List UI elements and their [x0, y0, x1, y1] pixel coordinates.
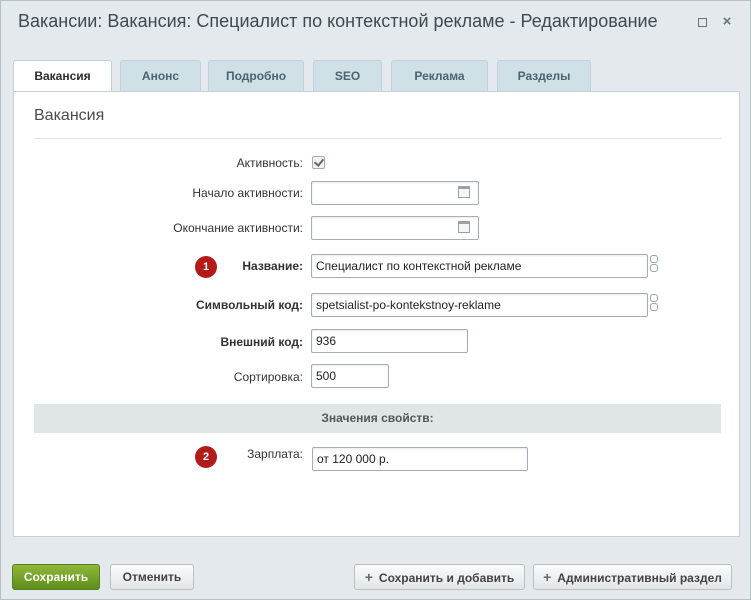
- name-label: Название:: [242, 259, 303, 273]
- tab-content-panel: Вакансия Активность: Начало активности: …: [13, 91, 740, 537]
- start-date-label: Начало активности:: [192, 186, 303, 200]
- sort-input[interactable]: 500: [311, 364, 389, 388]
- salary-value: от 120 000 р.: [317, 452, 389, 466]
- code-input[interactable]: spetsialist-po-kontekstnoy-reklame: [311, 293, 648, 317]
- active-checkbox[interactable]: [312, 156, 325, 169]
- window-title: Вакансии: Вакансия: Специалист по контек…: [18, 11, 658, 31]
- title-bar[interactable]: Вакансии: Вакансия: Специалист по контек…: [1, 1, 750, 45]
- code-label: Символьный код:: [195, 298, 303, 312]
- save-and-add-label: Сохранить и добавить: [378, 571, 515, 585]
- cancel-button[interactable]: Отменить: [110, 564, 194, 590]
- external-code-label: Внешний код:: [220, 335, 303, 349]
- maximize-icon[interactable]: [695, 15, 709, 29]
- plus-icon: +: [543, 569, 552, 585]
- save-button[interactable]: Сохранить: [12, 564, 100, 590]
- plus-icon: +: [364, 569, 373, 585]
- admin-section-button[interactable]: + Административный раздел: [533, 564, 732, 590]
- name-value: Специалист по контекстной рекламе: [316, 259, 522, 273]
- section-title: Вакансия: [34, 107, 105, 124]
- sort-value: 500: [316, 369, 337, 383]
- edit-dialog: Вакансии: Вакансия: Специалист по контек…: [0, 0, 751, 600]
- end-date-input[interactable]: [311, 216, 479, 240]
- calendar-icon[interactable]: [458, 221, 470, 233]
- transliterate-link-icon[interactable]: [649, 294, 659, 314]
- callout-badge-1: 1: [195, 256, 217, 278]
- salary-input[interactable]: от 120 000 р.: [312, 447, 528, 471]
- external-code-input[interactable]: 936: [311, 329, 468, 353]
- properties-header: Значения свойств:: [34, 404, 721, 433]
- salary-label: Зарплата:: [247, 447, 303, 461]
- external-code-value: 936: [316, 334, 337, 348]
- active-label: Активность:: [236, 156, 303, 170]
- calendar-icon[interactable]: [458, 186, 470, 198]
- callout-badge-2: 2: [195, 446, 217, 468]
- code-value: spetsialist-po-kontekstnoy-reklame: [316, 298, 501, 312]
- name-input[interactable]: Специалист по контекстной рекламе: [311, 254, 648, 278]
- admin-section-label: Административный раздел: [557, 571, 722, 585]
- save-and-add-button[interactable]: + Сохранить и добавить: [354, 564, 525, 590]
- start-date-input[interactable]: [311, 181, 479, 205]
- tab-ads[interactable]: Реклама: [391, 60, 488, 92]
- divider: [34, 138, 721, 139]
- tab-sections[interactable]: Разделы: [497, 60, 591, 92]
- tab-details[interactable]: Подробно: [208, 60, 304, 92]
- tab-announce[interactable]: Анонс: [120, 60, 201, 92]
- close-icon[interactable]: ×: [720, 14, 734, 29]
- transliterate-link-icon[interactable]: [649, 255, 659, 275]
- sort-label: Сортировка:: [233, 370, 303, 384]
- tab-seo[interactable]: SEO: [313, 60, 382, 92]
- end-date-label: Окончание активности:: [173, 221, 303, 235]
- tab-vacancy[interactable]: Вакансия: [13, 60, 112, 93]
